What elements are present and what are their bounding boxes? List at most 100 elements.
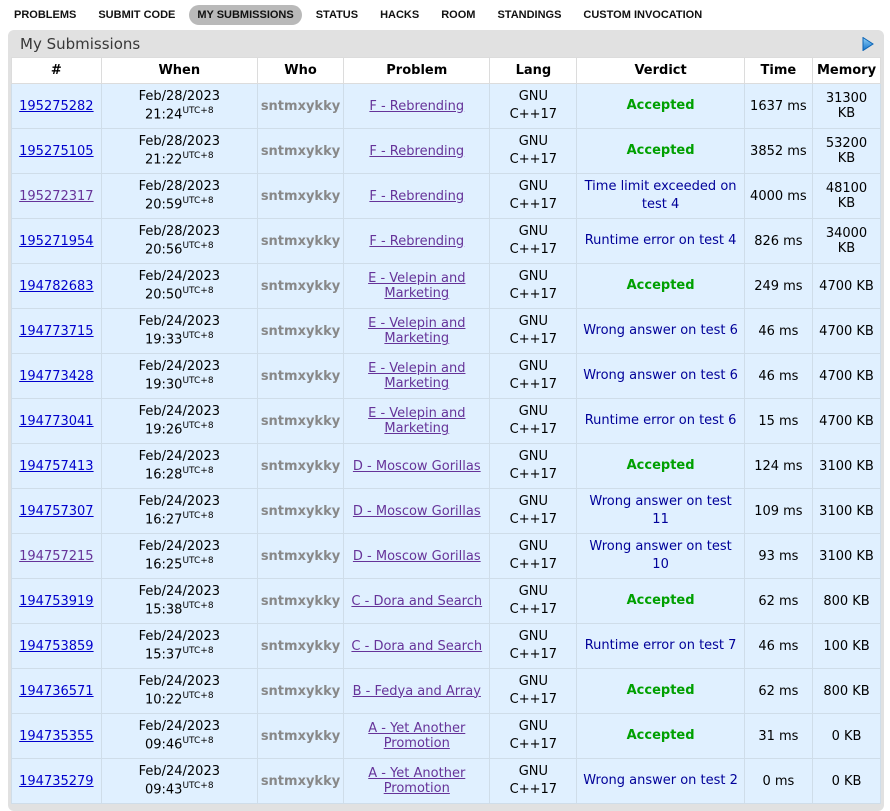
submission-id-link[interactable]: 195275105 (19, 144, 93, 159)
verdict-text: Wrong answer on test 2 (583, 773, 738, 788)
submission-when: Feb/28/2023 20:59UTC+8 (101, 174, 257, 219)
table-row: 194773428 Feb/24/2023 19:30UTC+8 sntmxyk… (12, 354, 881, 399)
submission-lang: GNU C++17 (490, 84, 577, 129)
table-row: 195275105 Feb/28/2023 21:22UTC+8 sntmxyk… (12, 129, 881, 174)
submission-who: sntmxykky (257, 669, 343, 714)
submission-who: sntmxykky (257, 489, 343, 534)
submission-id-link[interactable]: 194782683 (19, 279, 93, 294)
page-title: My Submissions (20, 35, 140, 53)
verdict-text: Wrong answer on test 6 (583, 323, 738, 338)
problem-link[interactable]: F - Rebrending (369, 99, 464, 114)
submission-id-link[interactable]: 194736571 (19, 684, 93, 699)
nav-item-standings[interactable]: STANDINGS (489, 5, 569, 25)
nav-item-problems[interactable]: PROBLEMS (6, 5, 84, 25)
problem-link[interactable]: E - Velepin and Marketing (368, 316, 465, 346)
problem-link[interactable]: E - Velepin and Marketing (368, 361, 465, 391)
panel-header: My Submissions (11, 30, 881, 57)
submission-lang: GNU C++17 (490, 219, 577, 264)
table-row: 194735279 Feb/24/2023 09:43UTC+8 sntmxyk… (12, 759, 881, 804)
submission-lang: GNU C++17 (490, 444, 577, 489)
submission-lang: GNU C++17 (490, 489, 577, 534)
submission-lang: GNU C++17 (490, 174, 577, 219)
submission-memory: 4700 KB (813, 399, 881, 444)
table-header-row: # When Who Problem Lang Verdict Time Mem… (12, 58, 881, 84)
submission-id-link[interactable]: 194773428 (19, 369, 93, 384)
submission-when: Feb/24/2023 20:50UTC+8 (101, 264, 257, 309)
submission-memory: 3100 KB (813, 444, 881, 489)
problem-link[interactable]: A - Yet Another Promotion (368, 721, 465, 751)
problem-link[interactable]: C - Dora and Search (351, 594, 482, 609)
submission-id-link[interactable]: 194757307 (19, 504, 93, 519)
submission-id-link[interactable]: 194735355 (19, 729, 93, 744)
table-row: 194753859 Feb/24/2023 15:37UTC+8 sntmxyk… (12, 624, 881, 669)
submission-lang: GNU C++17 (490, 714, 577, 759)
submission-when: Feb/24/2023 19:33UTC+8 (101, 309, 257, 354)
problem-link[interactable]: C - Dora and Search (351, 639, 482, 654)
column-header-verdict: Verdict (577, 58, 744, 84)
nav-item-my-submissions[interactable]: MY SUBMISSIONS (189, 5, 301, 25)
submission-when: Feb/24/2023 16:28UTC+8 (101, 444, 257, 489)
submission-when: Feb/24/2023 19:30UTC+8 (101, 354, 257, 399)
verdict-text: Runtime error on test 6 (585, 413, 737, 428)
submissions-tbody: 195275282 Feb/28/2023 21:24UTC+8 sntmxyk… (12, 84, 881, 804)
problem-link[interactable]: F - Rebrending (369, 189, 464, 204)
problem-link[interactable]: E - Velepin and Marketing (368, 271, 465, 301)
problem-link[interactable]: D - Moscow Gorillas (353, 459, 481, 474)
verdict-text: Accepted (627, 98, 695, 113)
submission-when: Feb/28/2023 20:56UTC+8 (101, 219, 257, 264)
submission-time: 249 ms (744, 264, 812, 309)
submissions-table: # When Who Problem Lang Verdict Time Mem… (11, 57, 881, 804)
table-row: 194736571 Feb/24/2023 10:22UTC+8 sntmxyk… (12, 669, 881, 714)
problem-link[interactable]: F - Rebrending (369, 144, 464, 159)
problem-link[interactable]: D - Moscow Gorillas (353, 504, 481, 519)
play-arrow-icon[interactable] (862, 37, 874, 51)
verdict-text: Accepted (627, 683, 695, 698)
verdict-text: Accepted (627, 458, 695, 473)
nav-item-custom-invocation[interactable]: CUSTOM INVOCATION (575, 5, 710, 25)
submission-id-link[interactable]: 195271954 (19, 234, 93, 249)
submission-when: Feb/24/2023 16:25UTC+8 (101, 534, 257, 579)
submission-who: sntmxykky (257, 714, 343, 759)
submission-id-link[interactable]: 194757413 (19, 459, 93, 474)
nav-item-room[interactable]: ROOM (433, 5, 483, 25)
problem-link[interactable]: A - Yet Another Promotion (368, 766, 465, 796)
problem-link[interactable]: D - Moscow Gorillas (353, 549, 481, 564)
submission-time: 62 ms (744, 669, 812, 714)
top-navigation: PROBLEMS SUBMIT CODE MY SUBMISSIONS STAT… (0, 0, 890, 29)
nav-item-submit-code[interactable]: SUBMIT CODE (90, 5, 183, 25)
submission-lang: GNU C++17 (490, 579, 577, 624)
submissions-panel: My Submissions # When Who (8, 30, 884, 811)
table-row: 194757215 Feb/24/2023 16:25UTC+8 sntmxyk… (12, 534, 881, 579)
submission-time: 3852 ms (744, 129, 812, 174)
submission-id-link[interactable]: 194735279 (19, 774, 93, 789)
submission-lang: GNU C++17 (490, 354, 577, 399)
submission-who: sntmxykky (257, 444, 343, 489)
problem-link[interactable]: E - Velepin and Marketing (368, 406, 465, 436)
submission-id-link[interactable]: 194773041 (19, 414, 93, 429)
submission-id-link[interactable]: 194757215 (19, 549, 93, 564)
submission-who: sntmxykky (257, 264, 343, 309)
submission-id-link[interactable]: 194753919 (19, 594, 93, 609)
submission-id-link[interactable]: 194753859 (19, 639, 93, 654)
verdict-text: Accepted (627, 278, 695, 293)
verdict-text: Runtime error on test 4 (585, 233, 737, 248)
column-header-when: When (101, 58, 257, 84)
submission-when: Feb/24/2023 09:46UTC+8 (101, 714, 257, 759)
submission-time: 109 ms (744, 489, 812, 534)
nav-item-hacks[interactable]: HACKS (372, 5, 427, 25)
submission-memory: 4700 KB (813, 309, 881, 354)
submission-id-link[interactable]: 195272317 (19, 189, 93, 204)
nav-item-status[interactable]: STATUS (308, 5, 366, 25)
submission-memory: 0 KB (813, 714, 881, 759)
submission-id-link[interactable]: 194773715 (19, 324, 93, 339)
verdict-text: Wrong answer on test 11 (589, 494, 731, 527)
submission-id-link[interactable]: 195275282 (19, 99, 93, 114)
submission-lang: GNU C++17 (490, 669, 577, 714)
submission-who: sntmxykky (257, 174, 343, 219)
submission-memory: 31300 KB (813, 84, 881, 129)
table-row: 194773041 Feb/24/2023 19:26UTC+8 sntmxyk… (12, 399, 881, 444)
problem-link[interactable]: B - Fedya and Array (353, 684, 481, 699)
table-row: 194757413 Feb/24/2023 16:28UTC+8 sntmxyk… (12, 444, 881, 489)
problem-link[interactable]: F - Rebrending (369, 234, 464, 249)
submission-who: sntmxykky (257, 84, 343, 129)
